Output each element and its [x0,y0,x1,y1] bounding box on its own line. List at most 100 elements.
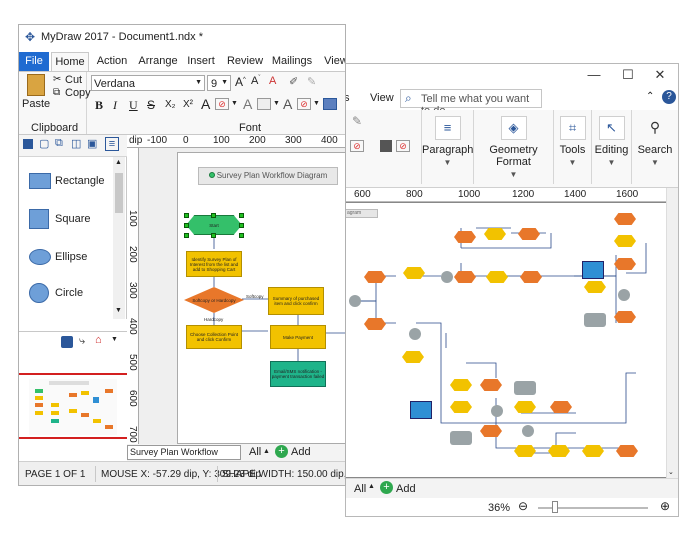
identify-step[interactable]: Identify Survey Plan of Interest from th… [186,251,242,277]
diagram-node[interactable] [618,289,630,301]
chevron-down-icon[interactable]: ▼ [111,336,118,343]
selection-handle[interactable] [239,213,244,218]
diagram-node[interactable] [584,281,606,293]
zoom-out-icon[interactable]: ⊖ [518,499,528,513]
diagram-node[interactable] [614,258,636,270]
close-button[interactable]: ✕ [648,67,672,83]
grow-font-icon[interactable]: A^ [235,75,246,89]
paste-button[interactable]: Paste [22,98,50,110]
scrollbar-thumb[interactable] [115,173,123,213]
underline-button[interactable]: U [129,98,138,113]
diagram-node[interactable] [409,328,421,340]
diagram-node[interactable] [480,425,502,437]
stencil-icon[interactable]: ◫ [71,137,81,150]
format-painter-icon[interactable]: ✎ [307,75,316,88]
connector-icon[interactable]: ⤷ [79,335,85,348]
tab-review[interactable]: Review [223,52,267,71]
page-thumbnail[interactable] [19,373,127,439]
email-notification-step[interactable]: Email/SMS notification - payment transac… [270,361,326,387]
diagram-node[interactable] [548,445,570,457]
font-family-select[interactable]: Verdana ▼ [91,75,205,91]
scroll-up-icon[interactable]: ▲ [115,159,122,166]
chevron-down-icon[interactable]: ▼ [313,100,320,107]
zoom-in-icon[interactable]: ⊕ [660,499,670,513]
diagram-node[interactable] [450,431,472,445]
scissors-icon[interactable]: ✂ [53,74,61,85]
shadow-icon[interactable] [380,140,392,152]
diagram-node[interactable] [480,379,502,391]
diagram-node[interactable] [364,318,386,330]
paragraph-group[interactable]: ≡ Paragraph ▼ [422,110,474,184]
diagram-node[interactable] [514,445,536,457]
diagram-node[interactable] [454,231,476,243]
tab-mailings[interactable]: Mailings [269,52,315,71]
chevron-down-icon[interactable]: ▼ [273,100,280,107]
diagram-node[interactable] [514,401,536,413]
chevron-up-icon[interactable]: ▲ [368,483,375,490]
selection-handle[interactable] [211,213,216,218]
font-color-icon[interactable]: A [201,96,210,112]
text-shadow-icon[interactable]: A [243,96,252,112]
text-outline-icon[interactable]: A [283,96,292,112]
add-page-label[interactable]: Add [396,483,416,495]
shrink-font-icon[interactable]: Aˇ [251,75,260,87]
back-vertical-scrollbar[interactable]: ⌄ [666,188,678,478]
diagram-node[interactable] [403,267,425,279]
add-page-icon[interactable]: + [275,445,288,458]
diagram-node[interactable] [518,228,540,240]
chevron-up-icon[interactable]: ▲ [263,448,270,455]
strikethrough-button[interactable]: S [147,98,155,112]
cut-button[interactable]: Cut [65,74,82,86]
text-highlight-none-icon[interactable]: ⊘ [215,98,229,110]
italic-button[interactable]: I [113,98,117,113]
maximize-button[interactable]: ☐ [616,67,640,83]
diagram-node[interactable] [514,381,536,395]
bold-button[interactable]: B [95,98,103,113]
no-outline-icon[interactable]: ⊘ [297,98,311,110]
selection-handle[interactable] [184,223,189,228]
shape-style-icon[interactable] [323,98,337,110]
tools-group[interactable]: ⌗ Tools ▼ [554,110,592,184]
no-fill-icon[interactable]: ⊘ [350,140,364,152]
home-icon[interactable]: ⌂ [95,334,102,346]
selection-handle[interactable] [239,223,244,228]
diagram-node[interactable] [491,405,503,417]
diagram-node[interactable] [454,271,476,283]
scroll-down-icon[interactable]: ▼ [115,307,122,314]
back-diagram-canvas[interactable]: agram [346,202,668,478]
chevron-down-icon[interactable]: ▼ [231,100,238,107]
pan-zoom-icon[interactable] [61,336,73,348]
subscript-button[interactable]: X₂ [165,99,176,110]
open-document-icon[interactable]: ⧉ [55,137,63,150]
all-pages-dropdown[interactable]: All [249,446,261,458]
diagram-node[interactable] [582,261,604,279]
brush-icon[interactable]: ✎ [352,114,362,128]
no-line-icon[interactable]: ⊘ [396,140,410,152]
superscript-button[interactable]: X² [183,99,193,110]
diagram-node[interactable] [584,313,606,327]
tab-home[interactable]: Home [51,52,89,71]
tab-arrange[interactable]: Arrange [135,52,181,71]
all-pages-dropdown[interactable]: All [354,483,366,495]
add-page-label[interactable]: Add [291,446,311,458]
diagram-node[interactable] [349,295,361,307]
add-page-icon[interactable]: + [380,481,393,494]
diagram-node[interactable] [486,271,508,283]
clear-format-icon[interactable]: A [269,75,276,87]
diagram-node[interactable] [582,445,604,457]
selection-handle[interactable] [184,213,189,218]
page-tab-current[interactable]: Survey Plan Workflow Diagram [127,445,241,470]
copy-button[interactable]: Copy [65,87,91,99]
choose-collection-step[interactable]: Choose Collection Point and click Confir… [186,325,242,349]
paste-icon[interactable] [27,74,45,96]
new-document-icon[interactable]: ▢ [39,137,49,150]
selection-handle[interactable] [239,233,244,238]
tell-me-box[interactable]: ⌕ Tell me what you want to do [400,89,542,117]
tab-file[interactable]: File [19,52,49,71]
diagram-node[interactable] [614,235,636,247]
eyedropper-icon[interactable]: ✐ [289,75,298,88]
make-payment-step[interactable]: Make Payment [270,325,326,349]
help-icon[interactable]: ? [662,90,676,104]
diagram-node[interactable] [616,445,638,457]
diagram-node[interactable] [441,271,453,283]
